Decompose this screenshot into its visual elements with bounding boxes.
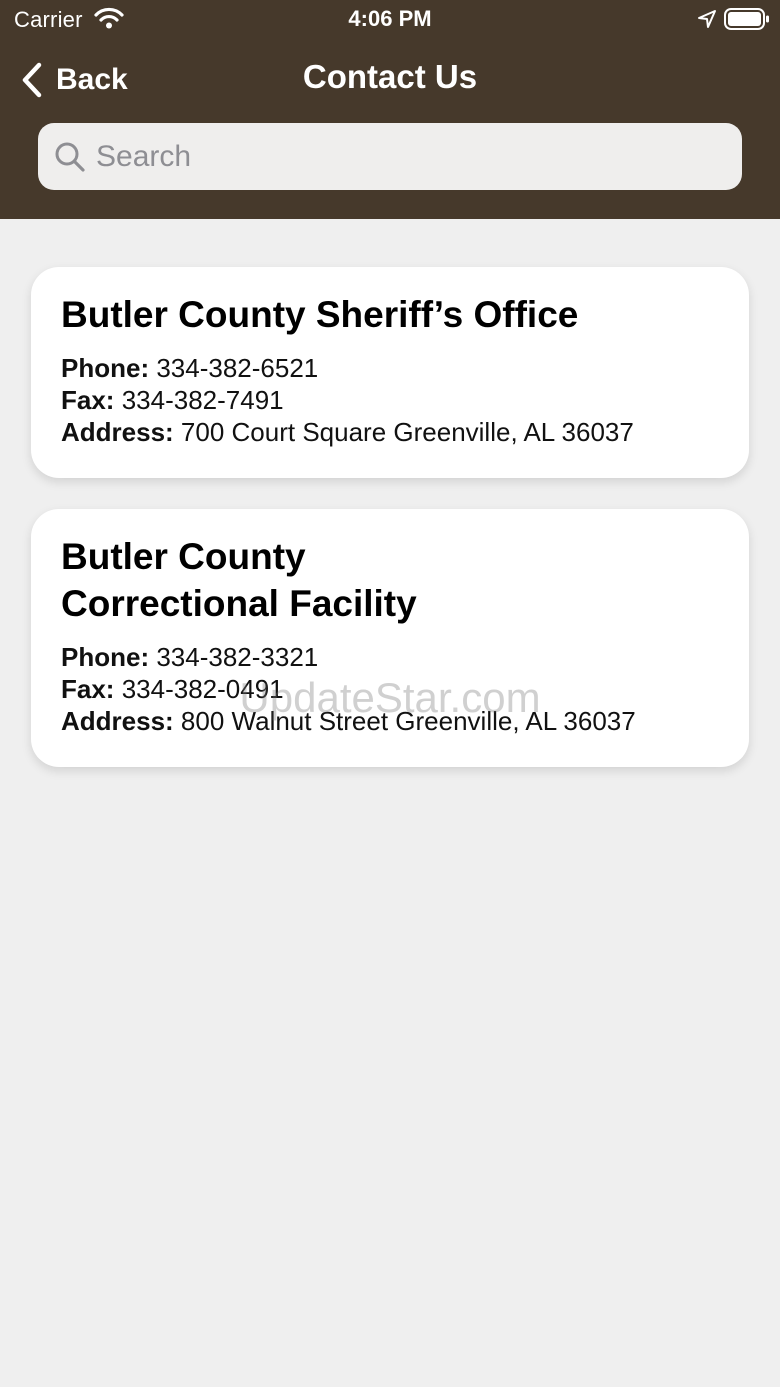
phone-label: Phone:	[61, 353, 150, 383]
status-bar: Carrier 4:06 PM	[0, 0, 780, 40]
navigation-bar: Back Contact Us	[0, 44, 780, 116]
status-time: 4:06 PM	[348, 6, 432, 31]
address-value[interactable]: 800 Walnut Street Greenville, AL 36037	[174, 706, 636, 736]
contact-name: Butler County Sheriff’s Office	[61, 294, 579, 335]
header: Carrier 4:06 PM Back Contact Us	[0, 0, 780, 219]
address-label: Address:	[61, 706, 174, 736]
fax-value: 334-382-0491	[114, 674, 284, 704]
phone-label: Phone:	[61, 642, 150, 672]
contact-name: Butler County Correctional Facility	[61, 536, 417, 624]
phone-value[interactable]: 334-382-3321	[149, 642, 318, 672]
fax-line: Fax: 334-382-0491	[61, 673, 719, 705]
page-title: Contact Us	[302, 58, 478, 95]
contact-card-sheriff[interactable]: Butler County Sheriff’s Office Phone: 33…	[31, 267, 749, 478]
fax-label: Fax:	[61, 385, 115, 415]
address-line[interactable]: Address: 800 Walnut Street Greenville, A…	[61, 705, 719, 737]
phone-line[interactable]: Phone: 334-382-6521	[61, 352, 719, 384]
search-input[interactable]	[96, 139, 696, 174]
phone-line[interactable]: Phone: 334-382-3321	[61, 641, 719, 673]
location-icon	[698, 10, 716, 28]
fax-value: 334-382-7491	[114, 385, 284, 415]
address-value[interactable]: 700 Court Square Greenville, AL 36037	[174, 417, 634, 447]
fax-line: Fax: 334-382-7491	[61, 384, 719, 416]
address-line[interactable]: Address: 700 Court Square Greenville, AL…	[61, 416, 719, 448]
phone-value[interactable]: 334-382-6521	[149, 353, 318, 383]
address-label: Address:	[61, 417, 174, 447]
battery-icon	[724, 8, 769, 30]
search-bar[interactable]	[38, 123, 742, 190]
contact-card-correctional-facility[interactable]: Butler County Correctional Facility Phon…	[31, 509, 749, 767]
search-icon	[55, 142, 85, 172]
fax-label: Fax:	[61, 674, 115, 704]
